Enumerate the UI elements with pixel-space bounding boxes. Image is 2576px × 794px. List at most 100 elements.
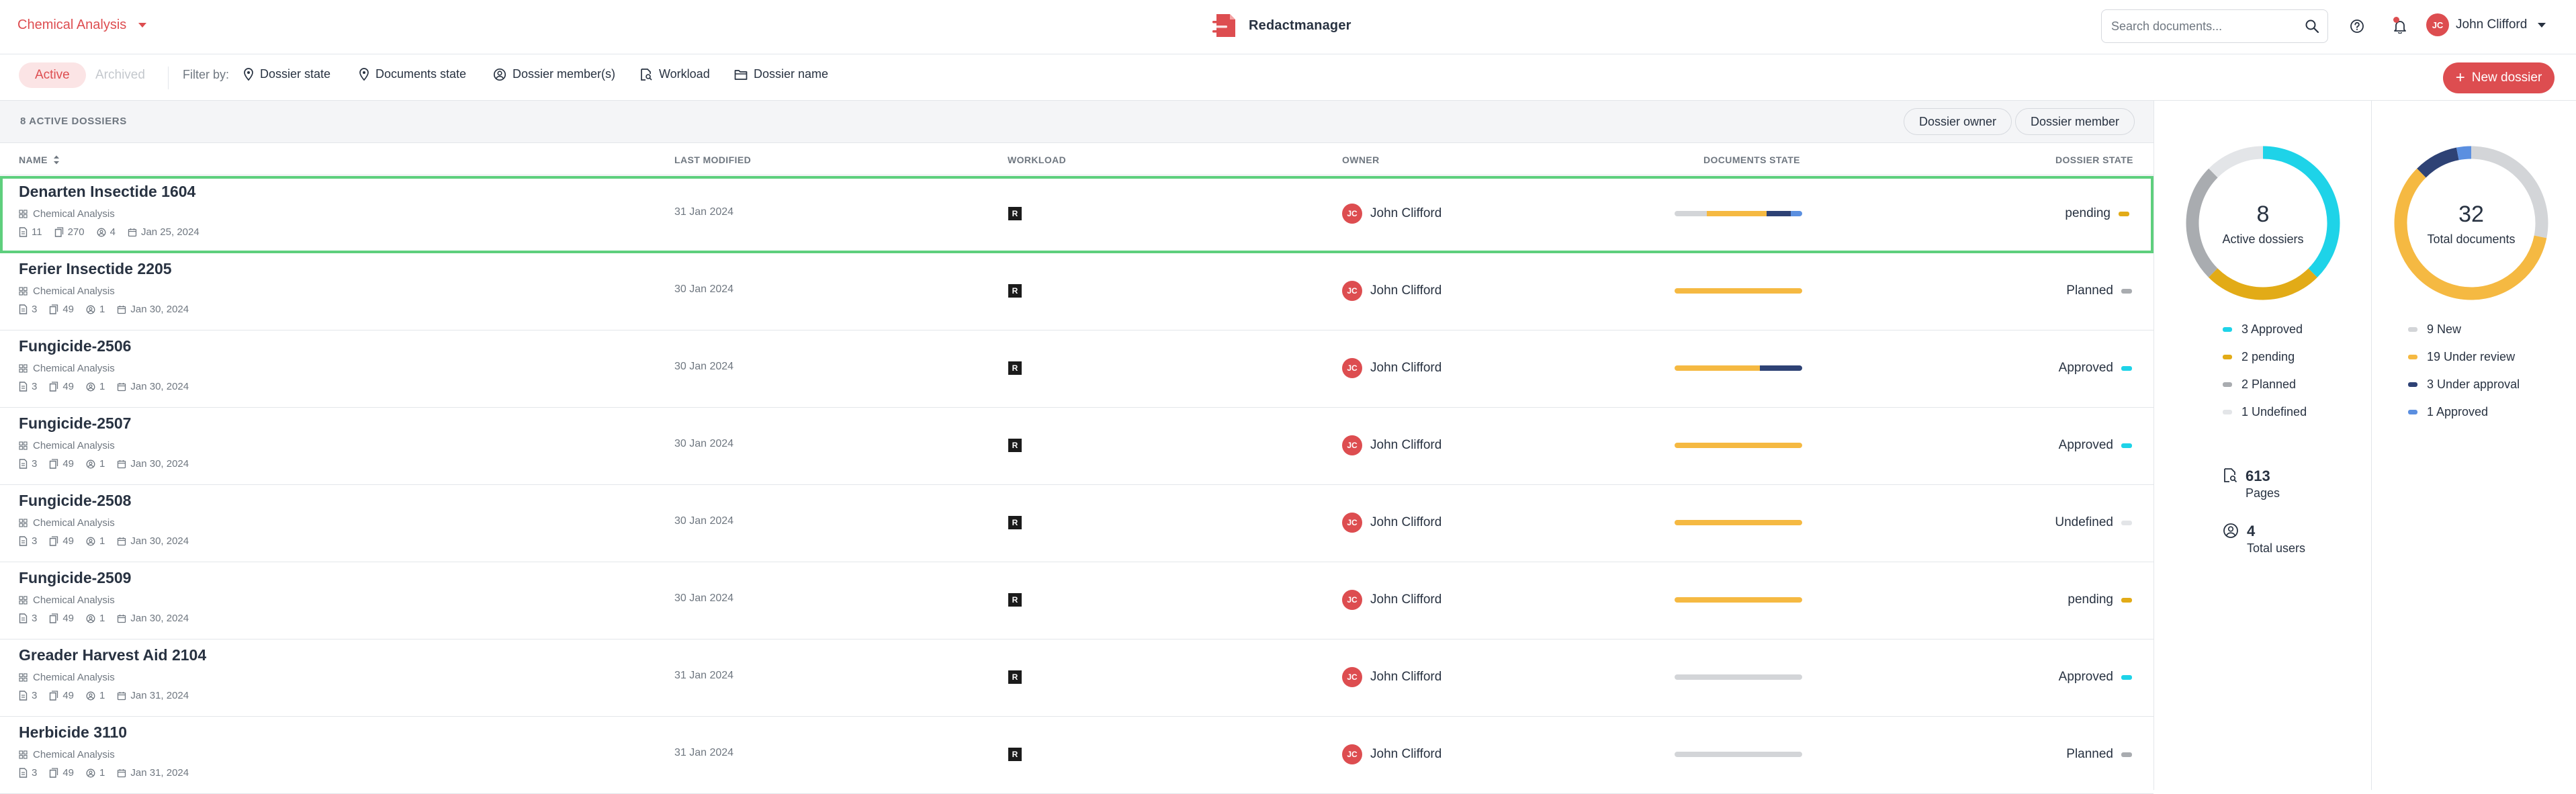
workload-badge[interactable]: R [1008,361,1022,375]
documents-state-bar[interactable] [1675,520,1802,525]
new-dossier-button[interactable]: + New dossier [2443,62,2555,93]
table-row[interactable]: Herbicide 3110 Chemical Analysis 3 49 1 Jan 3… [0,717,2153,794]
template-name: Chemical Analysis [33,208,115,220]
legend-item[interactable]: 9 New [2408,322,2520,337]
pages-count: 49 [49,304,74,315]
pages-icon [50,691,58,701]
documents-state-bar[interactable] [1675,752,1802,757]
tab-archived[interactable]: Archived [95,68,145,83]
dossier-owner: JC John Clifford [1342,281,1441,301]
legend-item[interactable]: 3 Approved [2223,322,2307,337]
documents-state-bar[interactable] [1675,211,1802,216]
documents-state-bar[interactable] [1675,674,1802,680]
search-icon[interactable] [2305,19,2319,34]
brand[interactable]: Redactmanager [1211,11,1351,40]
active-dossiers-count: 8 ACTIVE DOSSIERS [20,116,127,127]
documents-state-segment [1675,674,1802,680]
table-row[interactable]: Fungicide-2508 Chemical Analysis 3 49 1 Jan 3… [0,485,2153,562]
legend-item[interactable]: 2 Planned [2223,378,2307,392]
workspace-switcher[interactable]: Chemical Analysis [17,17,147,33]
filter-dossier-members[interactable]: Dossier member(s) [493,67,615,81]
column-dossier-state-header[interactable]: DOSSIER STATE [2055,155,2133,165]
table-row[interactable]: Greader Harvest Aid 2104 Chemical Analysi… [0,639,2153,717]
documents-state-bar[interactable] [1675,288,1802,294]
user-circle-icon [97,228,106,236]
members-count-value: 1 [99,304,105,315]
created-date: Jan 31, 2024 [117,690,189,701]
avatar: JC [1342,513,1362,533]
filter-documents-state[interactable]: Documents state [359,67,466,81]
active-dossiers-number: 8 [2256,202,2270,227]
tab-active[interactable]: Active [19,62,86,88]
last-modified: 31 Jan 2024 [674,670,734,681]
dossier-owner: JC John Clifford [1342,204,1441,224]
column-workload-header[interactable]: WORKLOAD [1008,155,1066,165]
user-menu[interactable]: JC John Clifford [2426,13,2546,36]
documents-state-bar[interactable] [1675,443,1802,448]
dossier-name[interactable]: Greader Harvest Aid 2104 [19,646,206,664]
calendar-icon [118,691,126,700]
avatar: JC [2426,13,2449,36]
table-row[interactable]: Fungicide-2509 Chemical Analysis 3 49 1 Jan 3… [0,562,2153,639]
user-circle-icon [86,459,95,468]
help-icon[interactable] [2347,16,2367,36]
last-modified: 30 Jan 2024 [674,438,734,449]
dossier-state-legend: 3 Approved 2 pending 2 Planned 1 Undefin… [2223,322,2307,419]
calendar-icon [118,459,126,468]
documents-state-bar[interactable] [1675,365,1802,371]
dossier-name[interactable]: Ferier Insectide 2205 [19,260,172,278]
workload-badge[interactable]: R [1008,284,1022,298]
column-documents-state-header[interactable]: DOCUMENTS STATE [1703,155,1800,165]
members-count-value: 4 [109,226,116,238]
documents-count: 3 [19,613,37,624]
documents-count-value: 11 [32,226,42,238]
table-row[interactable]: Ferier Insectide 2205 Chemical Analysis 3 4… [0,253,2153,330]
users-stat: 4 Total users [2223,523,2305,556]
members-count-value: 1 [99,767,105,779]
workload-badge[interactable]: R [1008,207,1022,220]
documents-state-segment [1675,597,1802,603]
column-last-modified-header[interactable]: LAST MODIFIED [674,155,751,165]
pages-icon [50,768,58,778]
legend-item[interactable]: 2 pending [2223,350,2307,364]
dossier-state-label: Approved [2058,438,2113,452]
owner-name: John Clifford [1370,670,1442,684]
documents-count-value: 3 [32,613,38,624]
workload-badge[interactable]: R [1008,439,1022,452]
dossier-name[interactable]: Denarten Insectide 1604 [19,183,195,201]
workload-badge[interactable]: R [1008,670,1022,684]
dossier-name[interactable]: Fungicide-2506 [19,337,131,355]
dossier-owner-filter-button[interactable]: Dossier owner [1904,108,2012,135]
dossier-name[interactable]: Fungicide-2507 [19,414,131,433]
table-row[interactable]: Fungicide-2507 Chemical Analysis 3 49 1 Jan 3… [0,408,2153,485]
documents-state-bar[interactable] [1675,597,1802,603]
filter-dossier-name[interactable]: Dossier name [734,67,828,81]
filter-dossier-state[interactable]: Dossier state [243,67,330,81]
documents-count: 3 [19,381,37,392]
legend-item[interactable]: 1 Approved [2408,405,2520,419]
dossier-meta: 3 49 1 Jan 30, 2024 [19,458,195,470]
filter-label: Dossier state [260,67,331,81]
column-name-header[interactable]: NAME [19,155,60,165]
table-row[interactable]: Fungicide-2506 Chemical Analysis 3 49 1 Jan 3… [0,330,2153,408]
dossier-member-filter-button[interactable]: Dossier member [2015,108,2135,135]
search-input[interactable] [2111,19,2305,34]
table-row[interactable]: Denarten Insectide 1604 Chemical Analysis… [0,176,2153,253]
dossier-state-marker [2121,443,2132,448]
legend-item[interactable]: 19 Under review [2408,350,2520,364]
column-owner-header[interactable]: OWNER [1342,155,1380,165]
stats-panel: 8 Active dossiers 32 Total documents 3 A… [2153,101,2576,790]
legend-item[interactable]: 3 Under approval [2408,378,2520,392]
dossier-name[interactable]: Fungicide-2508 [19,492,131,510]
filter-workload[interactable]: Workload [639,67,710,81]
workload-badge[interactable]: R [1008,748,1022,761]
workload-badge[interactable]: R [1008,593,1022,607]
dossier-name[interactable]: Fungicide-2509 [19,569,131,587]
documents-count-value: 3 [32,304,38,315]
created-date: Jan 25, 2024 [128,226,199,238]
dossier-name[interactable]: Herbicide 3110 [19,723,127,742]
workload-badge[interactable]: R [1008,516,1022,529]
legend-item[interactable]: 1 Undefined [2223,405,2307,419]
notifications-bell-icon[interactable] [2390,16,2410,36]
template-grid-icon [19,596,28,605]
